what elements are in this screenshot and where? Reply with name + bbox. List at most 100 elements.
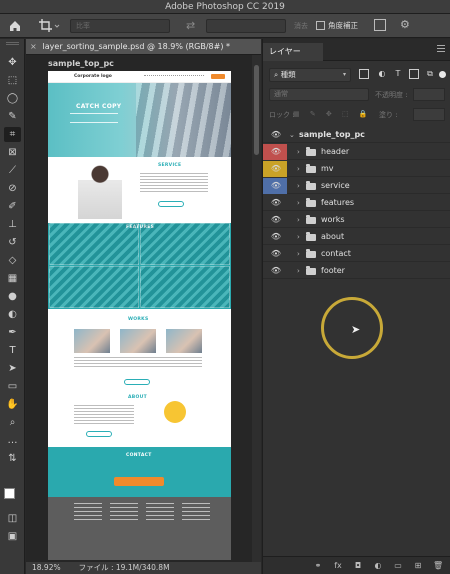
layer-row[interactable]: 👁 › features bbox=[263, 195, 450, 211]
move-tool-icon[interactable]: ✥ bbox=[4, 55, 21, 70]
pen-tool-icon[interactable]: ✒ bbox=[4, 325, 21, 340]
foreground-color-swatch[interactable] bbox=[4, 488, 15, 499]
close-tab-icon[interactable]: × bbox=[30, 39, 40, 54]
eye-icon[interactable]: 👁 bbox=[267, 161, 285, 177]
artboard-layer-row[interactable]: 👁 ⌄ sample_top_pc bbox=[263, 127, 450, 143]
chevron-right-icon[interactable]: › bbox=[297, 144, 300, 160]
ratio-height-field[interactable] bbox=[206, 19, 286, 33]
quick-select-tool-icon[interactable]: ✎ bbox=[4, 109, 21, 124]
filter-pixel-icon[interactable] bbox=[359, 69, 369, 79]
gradient-tool-icon[interactable]: ▦ bbox=[4, 271, 21, 286]
tools-panel: ✥ ⬚ ◯ ✎ ⌗ ⊠ ⟋ ⊘ ✐ ⊥ ↺ ◇ ▦ ● ◐ ✒ T ➤ ▭ ✋ … bbox=[0, 39, 25, 574]
adjustment-layer-icon[interactable]: ◐ bbox=[373, 561, 383, 571]
zoom-level[interactable]: 18.92% bbox=[32, 563, 61, 572]
tab-layers[interactable]: レイヤー bbox=[263, 43, 323, 61]
add-mask-icon[interactable]: ◘ bbox=[353, 561, 363, 571]
blend-mode-select[interactable]: 通常 bbox=[269, 88, 369, 101]
panel-menu-icon[interactable] bbox=[437, 45, 445, 52]
clear-button[interactable]: 消去 bbox=[294, 19, 308, 33]
layer-row[interactable]: 👁 › header bbox=[263, 144, 450, 160]
mock-service-text bbox=[140, 173, 208, 193]
eye-icon[interactable]: 👁 bbox=[267, 178, 285, 194]
document-tab[interactable]: × layer_sorting_sample.psd @ 18.9% (RGB/… bbox=[26, 39, 261, 55]
eye-icon[interactable]: 👁 bbox=[267, 195, 285, 211]
trash-icon[interactable]: 🗑 bbox=[433, 561, 443, 571]
layer-row[interactable]: 👁 › about bbox=[263, 229, 450, 245]
grid-overlay-icon[interactable] bbox=[374, 19, 386, 31]
document-scrollbar[interactable] bbox=[252, 55, 261, 562]
artboard-canvas[interactable]: Corporate logo CATCH COPY SERVICE FEATUR… bbox=[48, 71, 231, 560]
chevron-right-icon[interactable]: › bbox=[297, 229, 300, 245]
mock-feature-1 bbox=[49, 223, 139, 265]
layer-row[interactable]: 👁 › service bbox=[263, 178, 450, 194]
folder-icon bbox=[306, 164, 316, 173]
zoom-tool-icon[interactable]: ⌕ bbox=[4, 415, 21, 430]
hand-tool-icon[interactable]: ✋ bbox=[4, 397, 21, 412]
dodge-tool-icon[interactable]: ◐ bbox=[4, 307, 21, 322]
eye-icon[interactable]: 👁 bbox=[267, 144, 285, 160]
status-bar: 18.92% ファイル : 19.1M/340.8M bbox=[26, 562, 261, 574]
mock-feature-3 bbox=[49, 266, 139, 308]
chevron-right-icon[interactable]: › bbox=[297, 178, 300, 194]
straighten-button[interactable]: 角度補正 bbox=[316, 18, 358, 34]
layer-row[interactable]: 👁 › works bbox=[263, 212, 450, 228]
fill-field[interactable] bbox=[413, 108, 445, 121]
eraser-tool-icon[interactable]: ◇ bbox=[4, 253, 21, 268]
brush-tool-icon[interactable]: ✐ bbox=[4, 199, 21, 214]
new-layer-icon[interactable]: ⊞ bbox=[413, 561, 423, 571]
filter-smart-object-icon[interactable]: ⧉ bbox=[425, 69, 435, 79]
lasso-tool-icon[interactable]: ◯ bbox=[4, 91, 21, 106]
filter-adjustment-icon[interactable]: ◐ bbox=[377, 69, 387, 79]
chevron-right-icon[interactable]: › bbox=[297, 246, 300, 262]
layer-row[interactable]: 👁 › footer bbox=[263, 263, 450, 279]
filter-toggle[interactable] bbox=[439, 71, 446, 78]
scrollbar-thumb[interactable] bbox=[254, 65, 259, 155]
layer-row[interactable]: 👁 › contact bbox=[263, 246, 450, 262]
chevron-right-icon[interactable]: › bbox=[297, 161, 300, 177]
eye-icon[interactable]: 👁 bbox=[267, 127, 285, 143]
ratio-select[interactable]: 比率 bbox=[70, 19, 170, 33]
screen-mode-icon[interactable]: ▣ bbox=[4, 529, 21, 544]
chevron-right-icon[interactable]: › bbox=[297, 195, 300, 211]
eye-icon[interactable]: 👁 bbox=[267, 212, 285, 228]
spot-heal-tool-icon[interactable]: ⊘ bbox=[4, 181, 21, 196]
straighten-icon bbox=[316, 21, 325, 30]
quick-mask-icon[interactable]: ◫ bbox=[4, 511, 21, 526]
path-select-tool-icon[interactable]: ➤ bbox=[4, 361, 21, 376]
gear-icon[interactable]: ⚙ bbox=[400, 18, 410, 31]
crop-tool-icon[interactable]: ⌗ bbox=[4, 127, 21, 142]
chevron-down-icon[interactable]: ⌄ bbox=[289, 127, 295, 143]
layer-name: header bbox=[321, 147, 350, 156]
chevron-right-icon[interactable]: › bbox=[297, 263, 300, 279]
more-tools-icon[interactable]: … bbox=[4, 433, 21, 448]
filter-type-icon[interactable]: T bbox=[393, 69, 403, 79]
lock-icons[interactable]: ▦ ✎ ✥ ⬚ 🔒 bbox=[293, 110, 372, 118]
panel-grip[interactable] bbox=[6, 42, 19, 45]
layer-style-icon[interactable]: fx bbox=[333, 561, 343, 571]
type-tool-icon[interactable]: T bbox=[4, 343, 21, 358]
mock-feature-4 bbox=[140, 266, 230, 308]
edit-toolbar-icon[interactable]: ⇅ bbox=[4, 451, 21, 466]
new-group-icon[interactable]: ▭ bbox=[393, 561, 403, 571]
crop-icon[interactable] bbox=[38, 18, 60, 34]
filter-kind-select[interactable]: ⌕ 種類 ▾ bbox=[269, 68, 351, 82]
clone-stamp-tool-icon[interactable]: ⊥ bbox=[4, 217, 21, 232]
frame-tool-icon[interactable]: ⊠ bbox=[4, 145, 21, 160]
link-layers-icon[interactable]: ⚭ bbox=[313, 561, 323, 571]
chevron-right-icon[interactable]: › bbox=[297, 212, 300, 228]
filter-shape-icon[interactable] bbox=[409, 69, 419, 79]
artboard-tool-icon[interactable]: ⬚ bbox=[4, 73, 21, 88]
history-brush-tool-icon[interactable]: ↺ bbox=[4, 235, 21, 250]
layer-row[interactable]: 👁 › mv bbox=[263, 161, 450, 177]
opacity-field[interactable] bbox=[413, 88, 445, 101]
eye-icon[interactable]: 👁 bbox=[267, 246, 285, 262]
eyedropper-tool-icon[interactable]: ⟋ bbox=[4, 163, 21, 178]
eye-icon[interactable]: 👁 bbox=[267, 263, 285, 279]
eye-icon[interactable]: 👁 bbox=[267, 229, 285, 245]
swap-icon[interactable]: ⇄ bbox=[186, 19, 195, 33]
blur-tool-icon[interactable]: ● bbox=[4, 289, 21, 304]
file-info[interactable]: ファイル : 19.1M/340.8M bbox=[79, 563, 170, 572]
rectangle-tool-icon[interactable]: ▭ bbox=[4, 379, 21, 394]
home-icon[interactable] bbox=[8, 19, 22, 33]
artboard-label[interactable]: sample_top_pc bbox=[48, 59, 114, 68]
